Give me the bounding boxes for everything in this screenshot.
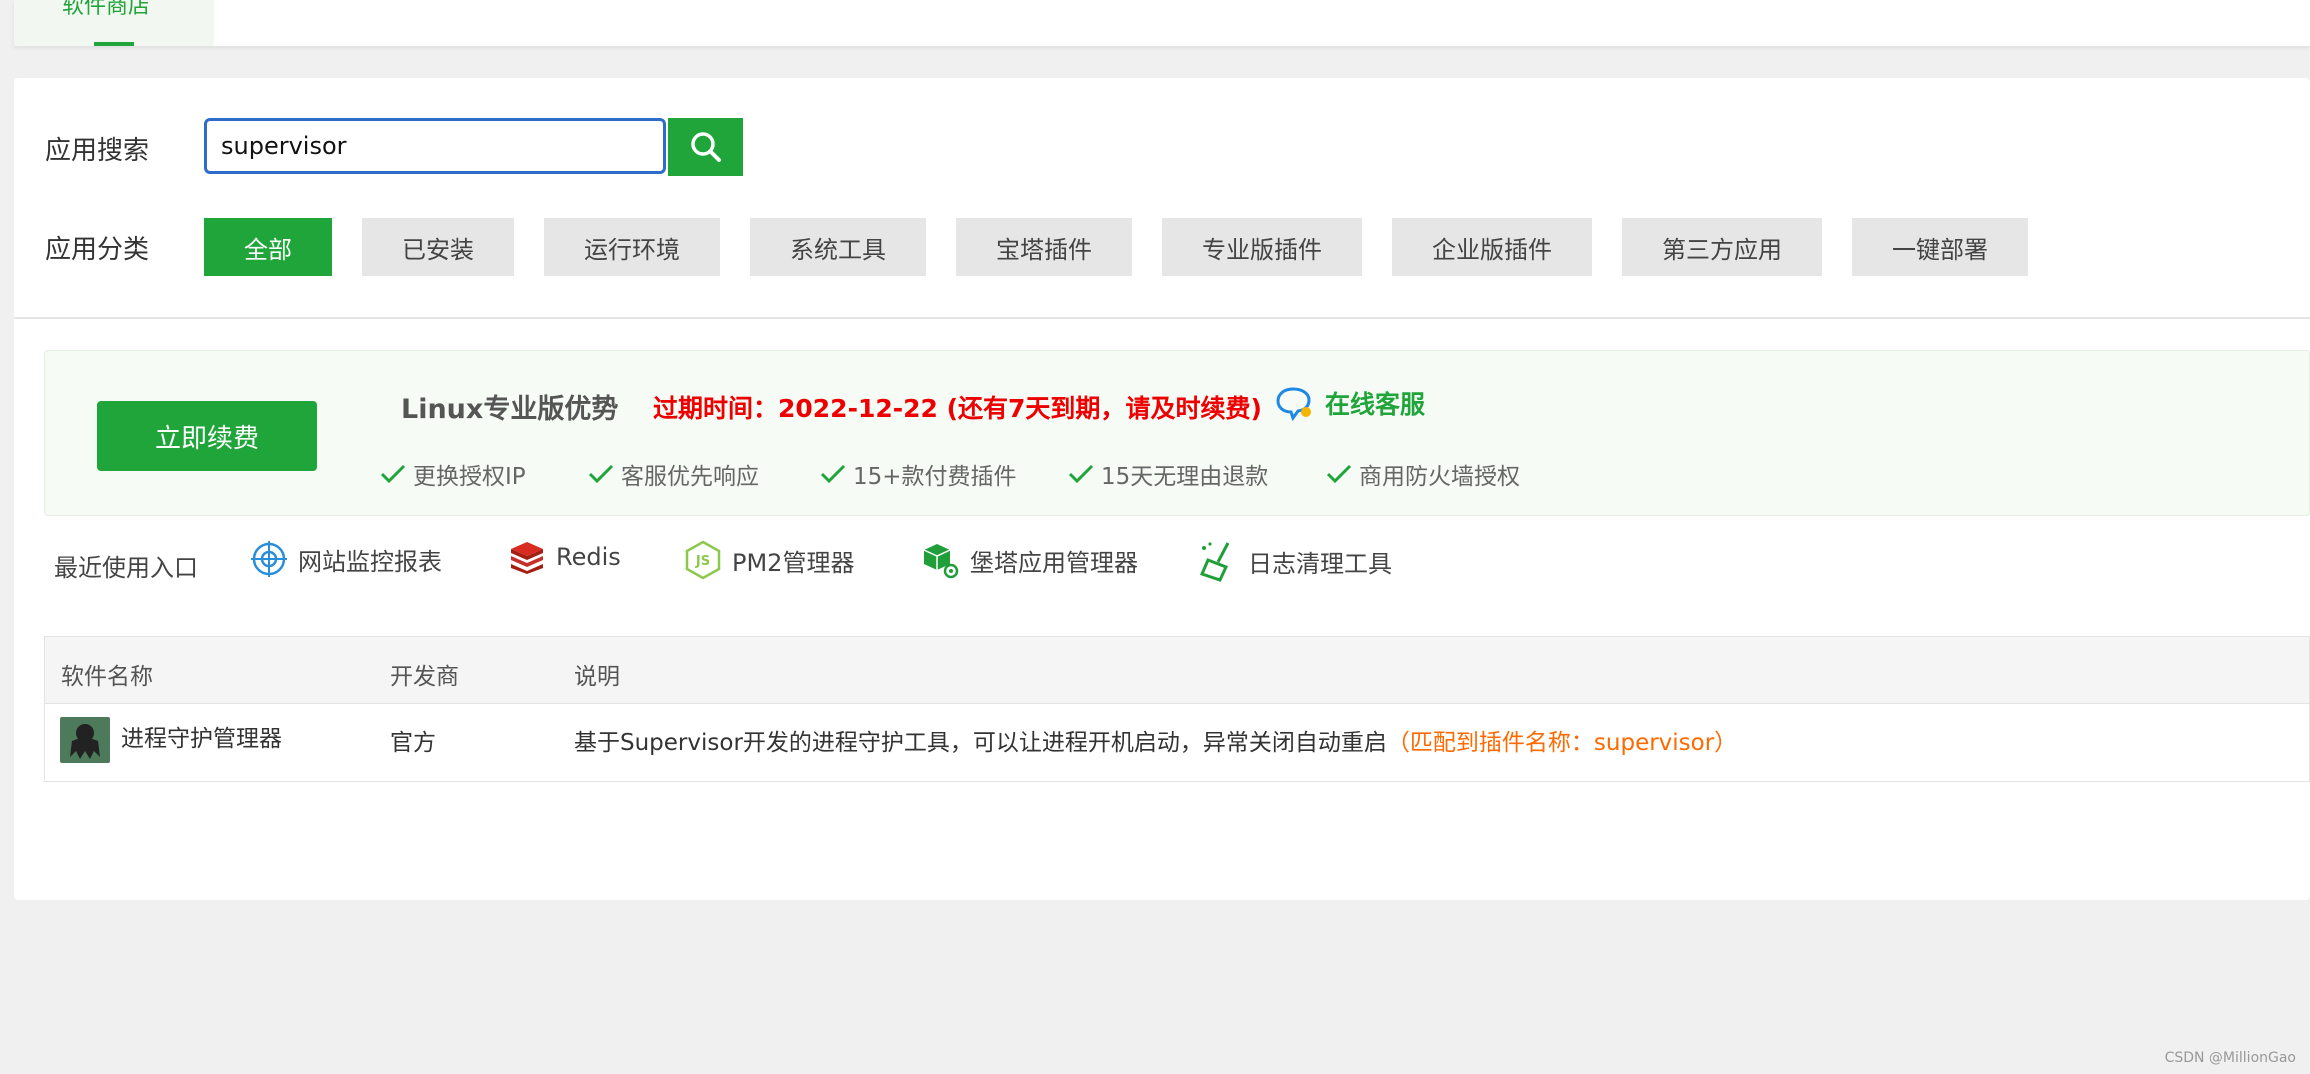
- feature-item: 客服优先响应: [587, 457, 759, 491]
- nodejs-icon: JS: [685, 540, 721, 580]
- category-bt-plugins[interactable]: 宝塔插件: [956, 218, 1132, 276]
- watermark: CSDN @MillionGao: [2164, 1050, 2296, 1066]
- feature-item: 更换授权IP: [379, 457, 526, 491]
- category-system-tools[interactable]: 系统工具: [750, 218, 926, 276]
- recent-site-monitor-label: 网站监控报表: [298, 547, 442, 576]
- check-icon: [820, 464, 846, 484]
- tab-software-store-label: 软件商店: [62, 0, 151, 19]
- check-icon: [1326, 464, 1352, 484]
- search-label: 应用搜索: [45, 136, 150, 166]
- feature-label: 15+款付费插件: [853, 464, 1017, 490]
- header-software-name: 软件名称: [61, 664, 153, 690]
- check-icon: [1068, 464, 1094, 484]
- search-button[interactable]: [668, 118, 743, 176]
- svg-text:JS: JS: [695, 554, 710, 569]
- broom-icon: [1199, 542, 1230, 582]
- feature-label: 更换授权IP: [413, 464, 526, 490]
- recent-bt-app-manager-label: 堡塔应用管理器: [970, 548, 1138, 577]
- category-one-click-deploy[interactable]: 一键部署: [1852, 218, 2028, 276]
- plugin-avatar: [60, 717, 110, 763]
- redis-icon: [511, 542, 543, 574]
- crosshair-icon: [251, 541, 287, 577]
- recent-redis[interactable]: Redis: [508, 540, 621, 574]
- category-pro-plugins[interactable]: 专业版插件: [1162, 218, 1362, 276]
- feature-item: 15天无理由退款: [1067, 457, 1268, 491]
- recent-site-monitor[interactable]: 网站监控报表: [250, 540, 442, 578]
- plugin-name[interactable]: 进程守护管理器: [121, 719, 282, 753]
- recent-log-cleaner-label: 日志清理工具: [1248, 549, 1392, 578]
- online-service-label: 在线客服: [1325, 390, 1426, 419]
- recent-pm2-label: PM2管理器: [732, 548, 855, 577]
- feature-item: 商用防火墙授权: [1325, 457, 1520, 491]
- match-hint: （匹配到插件名称：supervisor）: [1386, 730, 1738, 756]
- feature-label: 商用防火墙授权: [1359, 464, 1520, 490]
- check-icon: [588, 464, 614, 484]
- category-runtime[interactable]: 运行环境: [544, 218, 720, 276]
- octopus-icon: [70, 724, 100, 759]
- feature-label: 15天无理由退款: [1101, 464, 1269, 490]
- package-gear-icon: [923, 544, 959, 579]
- top-tab-bar: 软件商店: [14, 0, 2310, 46]
- description-text: 基于Supervisor开发的进程守护工具，可以让进程开机启动，异常关闭自动重启: [574, 730, 1387, 756]
- search-input[interactable]: [204, 118, 666, 174]
- category-installed[interactable]: 已安装: [362, 218, 514, 276]
- online-service-link[interactable]: 在线客服: [1275, 385, 1425, 421]
- search-icon: [690, 132, 721, 162]
- section-divider: [14, 317, 2310, 319]
- category-label: 应用分类: [45, 235, 150, 265]
- software-table: 软件名称 开发商 说明 进程守护管理器 官方 基于Supervisor开发的进程…: [44, 636, 2310, 782]
- promo-title: Linux专业版优势: [401, 394, 619, 425]
- feature-label: 客服优先响应: [621, 464, 759, 490]
- plugin-developer: 官方: [390, 730, 436, 756]
- app-store-panel: 应用搜索 应用分类 全部 已安装 运行环境 系统工具 宝塔插件 专业版插件 企业…: [14, 78, 2310, 900]
- plugin-description: 基于Supervisor开发的进程守护工具，可以让进程开机启动，异常关闭自动重启…: [574, 723, 1737, 757]
- chat-bubble-icon: [1276, 387, 1311, 421]
- recent-log-cleaner[interactable]: 日志清理工具: [1198, 540, 1392, 582]
- table-header: 软件名称 开发商 说明: [45, 637, 2309, 704]
- header-description: 说明: [574, 664, 620, 690]
- category-all[interactable]: 全部: [204, 218, 332, 276]
- tab-active-indicator: [94, 42, 134, 46]
- tab-software-store[interactable]: 软件商店: [14, 0, 214, 46]
- pro-promo-banner: 立即续费 Linux专业版优势 过期时间：2022-12-22 (还有7天到期，…: [44, 350, 2310, 516]
- recent-bt-app-manager[interactable]: 堡塔应用管理器: [920, 540, 1138, 580]
- recent-entries-label: 最近使用入口: [54, 554, 198, 582]
- expire-notice: 过期时间：2022-12-22 (还有7天到期，请及时续费): [653, 394, 1262, 423]
- category-third-party[interactable]: 第三方应用: [1622, 218, 1822, 276]
- header-developer: 开发商: [390, 664, 459, 690]
- category-enterprise-plugins[interactable]: 企业版插件: [1392, 218, 1592, 276]
- recent-pm2[interactable]: JS PM2管理器: [684, 540, 854, 580]
- renew-button[interactable]: 立即续费: [97, 401, 317, 471]
- feature-item: 15+款付费插件: [819, 457, 1017, 491]
- recent-redis-label: Redis: [556, 543, 621, 571]
- check-icon: [380, 464, 406, 484]
